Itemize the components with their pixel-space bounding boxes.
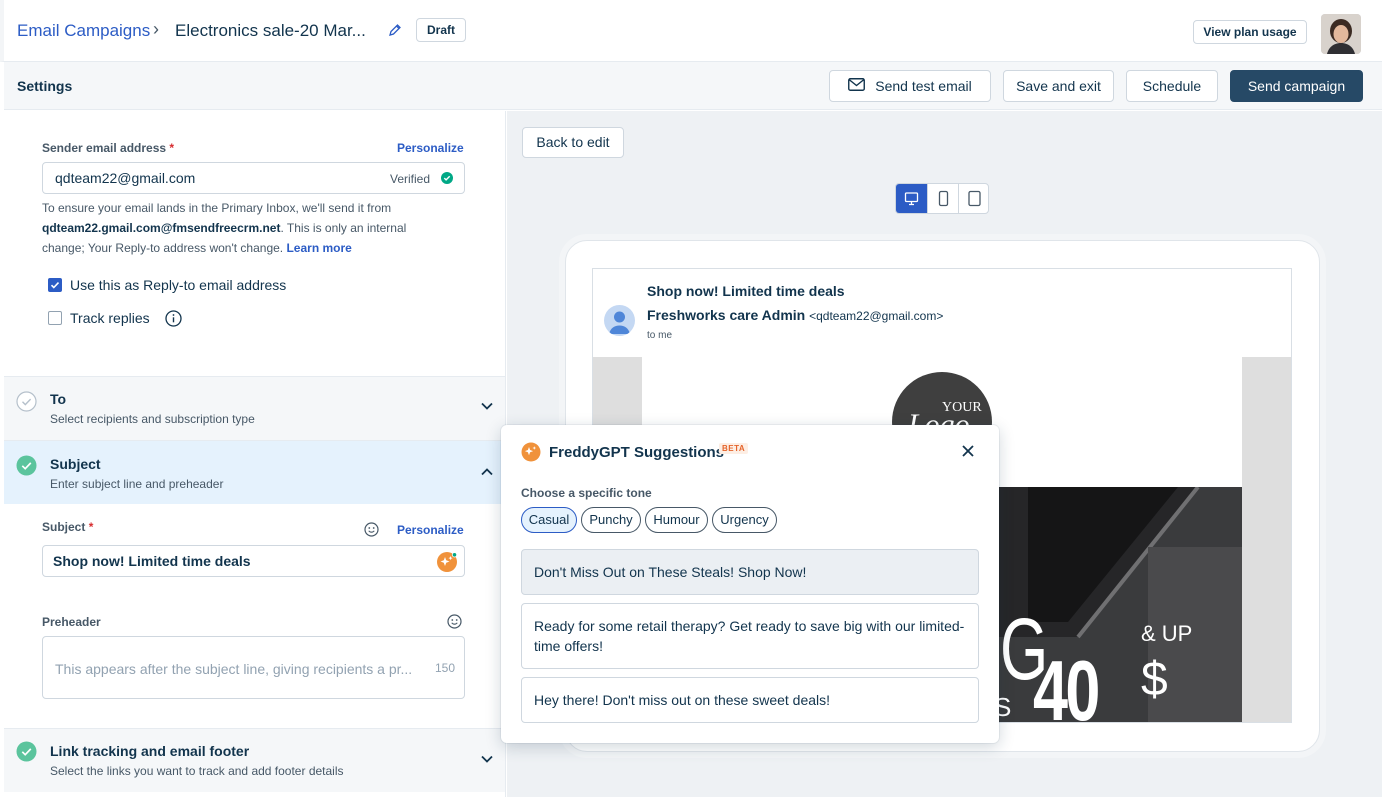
edit-name-icon[interactable] [387,22,403,38]
sale-banner: G 40 & UP $ S [998,487,1242,722]
schedule-button[interactable]: Schedule [1126,70,1218,102]
suggestion-item[interactable]: Hey there! Don't miss out on these sweet… [521,677,979,723]
preview-subject: Shop now! Limited time deals [647,283,845,299]
settings-title: Settings [17,78,73,94]
verified-check-icon [441,172,453,187]
chevron-up-icon [480,465,494,480]
link-tracking-section[interactable]: Link tracking and email footer Select th… [4,728,505,792]
breadcrumb-separator: › [153,19,159,39]
campaign-name: Electronics sale-20 Mar... [175,21,366,40]
subject-desc: Enter subject line and preheader [50,477,224,491]
to-desc: Select recipients and subscription type [50,412,255,426]
subject-personalize-link[interactable]: Personalize [397,523,464,537]
tone-label: Choose a specific tone [521,486,652,500]
subject-label: Subject * [42,520,94,534]
freddy-ai-icon[interactable] [436,551,458,576]
status-badge: Draft [416,18,467,42]
send-test-email-button[interactable]: Send test email [829,70,991,102]
learn-more-link[interactable]: Learn more [286,241,351,255]
preheader-placeholder: This appears after the subject line, giv… [55,661,413,677]
tablet-view-icon[interactable] [958,184,988,213]
mail-icon [848,71,866,101]
beta-badge: BETA [719,443,749,454]
view-plan-usage-button[interactable]: View plan usage [1193,20,1307,44]
sender-email-field[interactable]: qdteam22@gmail.com Verified [42,162,465,194]
sender-email-label: Sender email address * [42,141,175,155]
suggestion-item[interactable]: Don't Miss Out on These Steals! Shop Now… [521,549,979,595]
step-complete-icon [16,741,37,765]
sender-avatar-icon [604,305,635,336]
reply-to-label: Use this as Reply-to email address [70,277,287,293]
email-gutter-right [1242,357,1291,722]
mobile-view-icon[interactable] [927,184,958,213]
preheader-emoji-icon[interactable] [447,614,462,632]
save-and-exit-button[interactable]: Save and exit [1003,70,1114,102]
subject-value: Shop now! Limited time deals [53,553,251,569]
breadcrumb-email-campaigns[interactable]: Email Campaigns [17,21,150,41]
tone-urgency-chip[interactable]: Urgency [712,507,777,533]
sender-email-value: qdteam22@gmail.com [55,170,196,186]
step-complete-icon [16,455,37,479]
verified-label: Verified [390,172,431,186]
chevron-down-icon [480,752,494,767]
preheader-input[interactable]: This appears after the subject line, giv… [42,636,465,699]
chevron-down-icon [480,399,494,414]
link-tracking-title: Link tracking and email footer [50,743,250,759]
preview-sender: Freshworks care Admin <qdteam22@gmail.co… [647,307,944,323]
tone-punchy-chip[interactable]: Punchy [581,507,641,533]
user-avatar[interactable] [1321,14,1361,54]
device-toggle [895,183,989,214]
sender-help-text: To ensure your email lands in the Primar… [42,201,407,255]
track-replies-label: Track replies [70,310,150,326]
to-title: To [50,391,67,407]
subject-input[interactable]: Shop now! Limited time deals [42,545,465,577]
link-tracking-desc: Select the links you want to track and a… [50,764,344,778]
tone-casual-chip[interactable]: Casual [521,507,577,533]
send-campaign-button[interactable]: Send campaign [1230,70,1363,102]
freddy-ai-icon [521,442,541,465]
preview-to-me: to me [647,330,673,341]
reply-to-checkbox[interactable] [48,278,62,292]
send-test-email-label: Send test email [875,78,972,94]
sender-personalize-link[interactable]: Personalize [397,141,464,155]
subject-section[interactable]: Subject Enter subject line and preheader [4,440,505,504]
preheader-label: Preheader [42,615,101,629]
track-replies-checkbox[interactable] [48,311,62,325]
preheader-char-count: 150 [435,661,456,675]
subject-title: Subject [50,456,101,472]
to-section[interactable]: To Select recipients and subscription ty… [4,376,505,440]
desktop-view-icon[interactable] [896,184,927,213]
suggestion-item[interactable]: Ready for some retail therapy? Get ready… [521,603,979,669]
close-icon[interactable] [961,444,975,461]
step-pending-icon [16,391,37,415]
back-to-edit-button[interactable]: Back to edit [522,127,624,158]
emoji-icon[interactable] [364,522,379,540]
freddy-title: FreddyGPT Suggestions [549,444,725,461]
info-icon[interactable] [165,310,182,330]
tone-humour-chip[interactable]: Humour [645,507,708,533]
